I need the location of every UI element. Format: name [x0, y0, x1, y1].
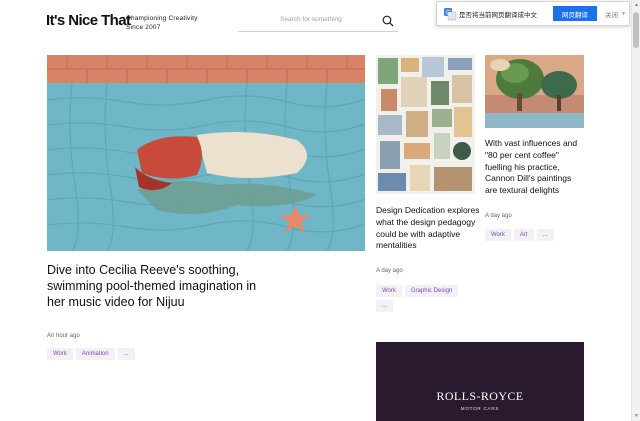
- site-logo[interactable]: It's Nice That: [46, 12, 131, 29]
- tag-animation[interactable]: Animation: [75, 348, 115, 360]
- translate-icon: G: [444, 7, 457, 20]
- tag-more[interactable]: ...: [376, 300, 394, 312]
- page-scrollbar[interactable]: ▲ ▼: [631, 0, 640, 421]
- translate-button[interactable]: 网页翻译: [553, 6, 597, 21]
- tag-work[interactable]: Work: [485, 229, 511, 241]
- article-2-title[interactable]: Design Dedication explores what the desi…: [376, 205, 486, 252]
- scroll-down-icon[interactable]: ▼: [634, 413, 639, 419]
- advertisement-banner[interactable]: ROLLS-ROYCE MOTOR CARS: [376, 342, 584, 421]
- svg-text:G: G: [446, 9, 451, 16]
- article-3-tags: Work Art ...: [485, 229, 585, 241]
- translate-message: 是否将当前网页翻译成中文: [459, 11, 537, 19]
- main-article-title[interactable]: Dive into Cecilia Reeve's soothing, swim…: [47, 262, 267, 310]
- article-3-title[interactable]: With vast influences and "80 per cent co…: [485, 138, 585, 197]
- chevron-down-icon[interactable]: ▼: [621, 11, 626, 17]
- translate-close-button[interactable]: 关闭: [605, 9, 618, 19]
- search-bar: [238, 12, 398, 32]
- tag-more[interactable]: ...: [536, 229, 554, 241]
- article-2-tags: Work Graphic Design ...: [376, 285, 476, 312]
- main-article-tags: Work Animation ...: [47, 348, 247, 360]
- search-input[interactable]: [280, 16, 380, 23]
- article-3-time: A day ago: [485, 213, 512, 219]
- translate-popup: G 是否将当前网页翻译成中文 网页翻译 关闭 ▼: [436, 1, 630, 26]
- ad-subline: MOTOR CARS: [460, 406, 500, 411]
- tagline-line-1: Championing Creativity: [126, 15, 198, 22]
- ad-brand-name: ROLLS-ROYCE: [436, 389, 524, 403]
- search-icon[interactable]: [382, 15, 394, 27]
- article-3-image[interactable]: [485, 55, 584, 128]
- tag-work[interactable]: Work: [47, 348, 73, 360]
- main-article-time: An hour ago: [47, 333, 80, 339]
- article-2-image[interactable]: [376, 55, 475, 194]
- tagline-line-2: Since 2007: [126, 23, 161, 31]
- tag-work[interactable]: Work: [376, 285, 402, 297]
- main-article-image[interactable]: [47, 55, 365, 251]
- article-2-time: A day ago: [376, 268, 403, 274]
- scroll-thumb[interactable]: [633, 12, 639, 48]
- tag-graphic-design[interactable]: Graphic Design: [404, 285, 459, 297]
- tag-art[interactable]: Art: [513, 229, 534, 241]
- tag-more[interactable]: ...: [117, 348, 135, 360]
- scroll-up-icon[interactable]: ▲: [634, 2, 639, 8]
- site-tagline: Championing Creativity Since 2007: [126, 15, 198, 32]
